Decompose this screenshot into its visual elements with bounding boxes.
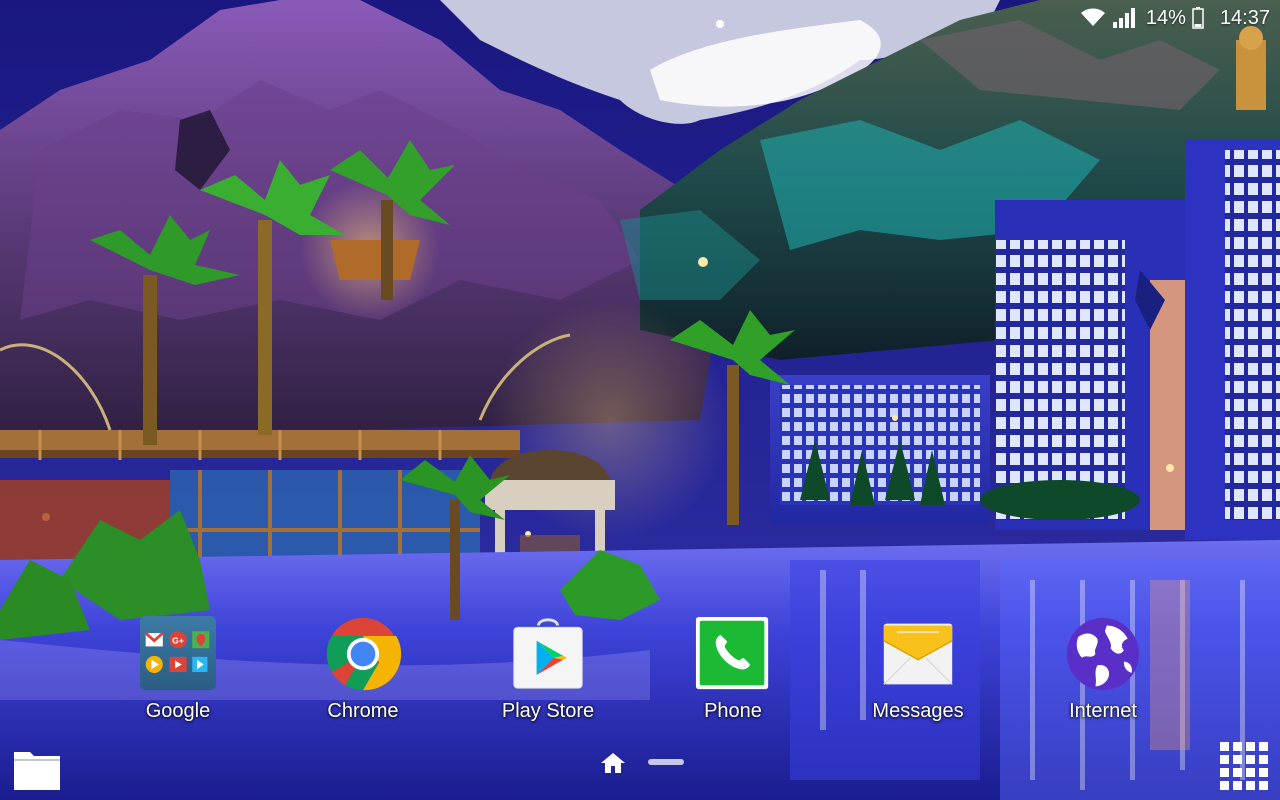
app-label: Phone — [704, 700, 762, 722]
files-icon — [14, 752, 60, 790]
app-internet[interactable]: Internet — [1028, 616, 1178, 726]
page-indicator[interactable] — [648, 759, 684, 765]
google-folder-icon: G+ — [140, 616, 216, 691]
files-button[interactable] — [12, 744, 62, 792]
app-phone[interactable]: Phone — [658, 616, 808, 726]
app-google-folder[interactable]: G+ Google — [103, 616, 253, 726]
apps-grid-icon — [1220, 742, 1268, 790]
app-chrome[interactable]: Chrome — [288, 616, 438, 726]
app-label: Google — [145, 700, 211, 722]
svg-text:G+: G+ — [172, 636, 184, 646]
app-label: Chrome — [327, 700, 399, 722]
app-label: Play Store — [501, 700, 595, 722]
app-play-store[interactable]: Play Store — [473, 616, 623, 726]
clock: 14:37 — [1219, 6, 1270, 29]
chrome-icon — [326, 617, 401, 691]
messages-icon — [883, 623, 953, 685]
play-store-icon — [513, 618, 583, 689]
wifi-icon — [1080, 8, 1106, 28]
app-messages[interactable]: Messages — [843, 616, 993, 726]
battery-icon — [1192, 7, 1204, 29]
battery-percentage: 14% — [1145, 6, 1186, 29]
status-bar: 14% 14:37 — [1080, 0, 1280, 36]
apps-button[interactable] — [1218, 740, 1272, 794]
app-label: Internet — [1069, 700, 1137, 722]
home-button[interactable] — [600, 752, 626, 774]
signal-icon — [1112, 8, 1136, 28]
phone-icon — [695, 616, 769, 690]
internet-icon — [1066, 617, 1140, 691]
home-icon — [601, 753, 625, 773]
app-label: Messages — [872, 700, 964, 722]
